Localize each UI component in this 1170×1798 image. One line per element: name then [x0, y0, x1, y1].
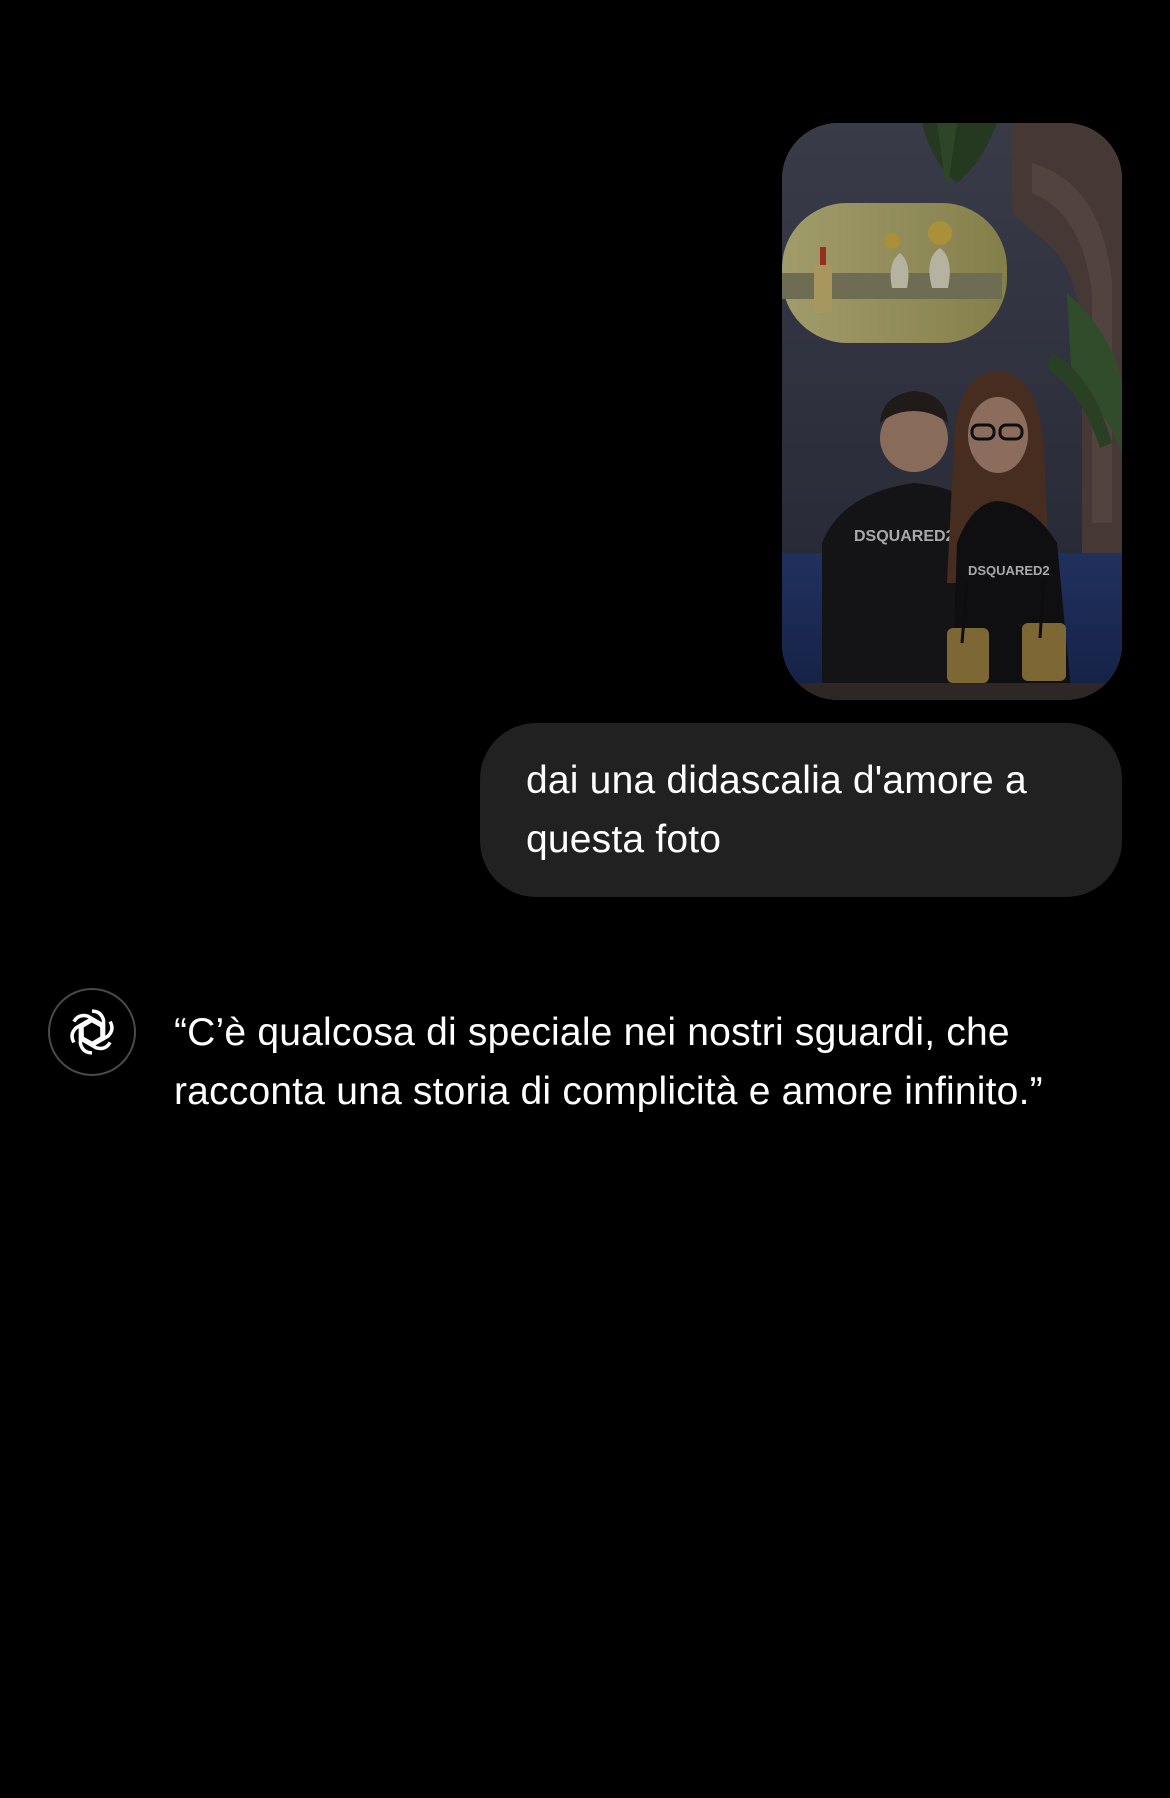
user-message-bubble: dai una didascalia d'amore a questa foto [480, 723, 1122, 897]
openai-logo-icon [70, 1009, 114, 1055]
assistant-message-text: “C’è qualcosa di speciale nei nostri sgu… [174, 1011, 1043, 1113]
couple-photo: DSQUARED2 DSQUARED2 [782, 123, 1122, 700]
assistant-avatar [48, 988, 136, 1076]
user-photo-attachment[interactable]: DSQUARED2 DSQUARED2 [782, 123, 1122, 700]
user-message-text: dai una didascalia d'amore a questa foto [526, 759, 1027, 861]
chat-transcript: DSQUARED2 DSQUARED2 dai una didascalia d… [0, 0, 1170, 1798]
